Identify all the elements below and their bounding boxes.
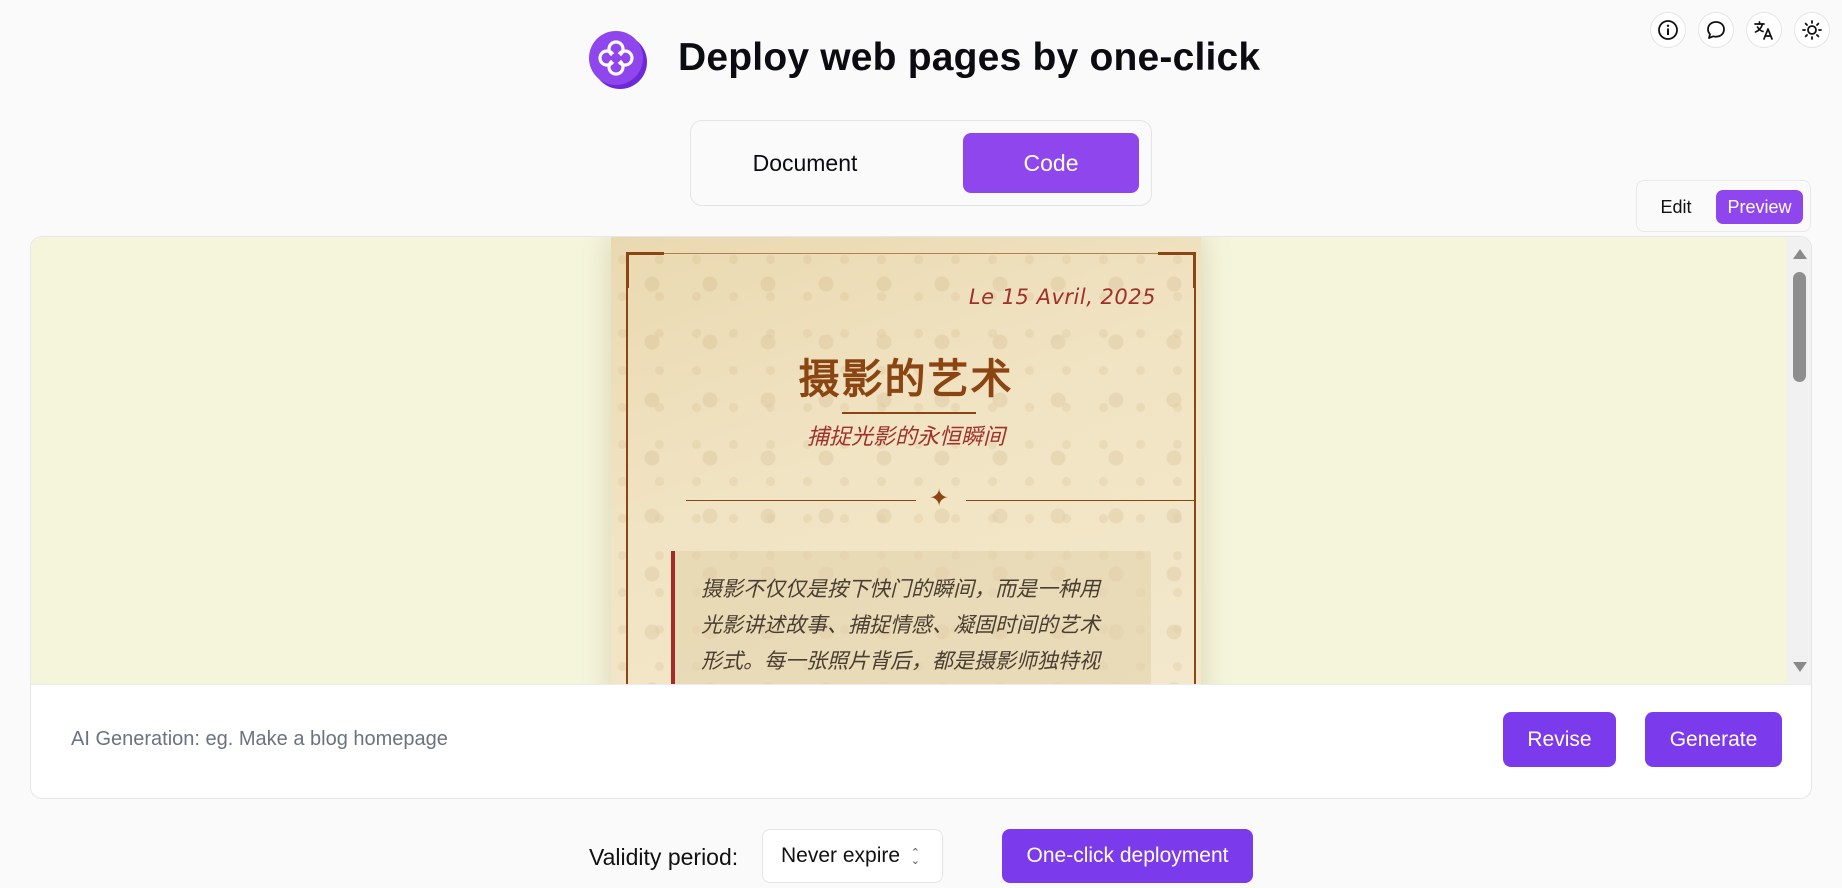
edit-preview-toggle: Edit Preview (1636, 180, 1811, 232)
scroll-up-icon[interactable] (1793, 249, 1807, 259)
validity-selected-value: Never expire (781, 844, 901, 867)
mode-toggle: Document Code (690, 120, 1152, 206)
validity-period-label: Validity period: (589, 844, 738, 871)
letter-subtitle: 捕捉光影的永恒瞬间 (806, 425, 1005, 450)
quote-line: 光影讲述故事、捕捉情感、凝固时间的艺术 (701, 613, 1100, 637)
translate-icon[interactable] (1746, 12, 1782, 48)
ai-prompt-bar: Revise Generate (31, 684, 1811, 798)
quote-line: 摄影不仅仅是按下快门的瞬间，而是一种用 (701, 577, 1100, 601)
one-click-deploy-button[interactable]: One-click deployment (1002, 829, 1253, 883)
preview-frame[interactable]: Le 15 Avril, 2025 摄影的艺术 捕捉光影的永恒瞬间 ✦ 摄影不仅… (31, 237, 1787, 684)
title-underline (842, 412, 976, 414)
scrollbar-thumb[interactable] (1793, 272, 1806, 382)
generate-button[interactable]: Generate (1645, 712, 1782, 767)
ai-prompt-input[interactable] (71, 719, 1071, 759)
revise-button[interactable]: Revise (1503, 712, 1616, 767)
workspace-panel: Le 15 Avril, 2025 摄影的艺术 捕捉光影的永恒瞬间 ✦ 摄影不仅… (30, 236, 1812, 799)
deploy-footer: Validity period: Never expire ⌃ ⌄ One-cli… (0, 826, 1842, 886)
corner-ornament-left (626, 252, 664, 288)
divider-line-left (686, 500, 916, 501)
preview-button[interactable]: Preview (1716, 190, 1803, 224)
divider-line-right (966, 500, 1196, 501)
letter-date: Le 15 Avril, 2025 (968, 285, 1156, 309)
letter-paper: Le 15 Avril, 2025 摄影的艺术 捕捉光影的永恒瞬间 ✦ 摄影不仅… (611, 237, 1201, 684)
star-ornament-icon: ✦ (929, 485, 950, 512)
top-toolbar (1650, 12, 1830, 48)
sun-icon[interactable] (1794, 12, 1830, 48)
validity-label-text: Validity period (589, 844, 732, 870)
clover-logo-icon (589, 31, 647, 89)
header: Deploy web pages by one-click (0, 0, 1842, 110)
chevron-updown-icon: ⌃ ⌄ (910, 847, 920, 867)
validity-period-select[interactable]: Never expire ⌃ ⌄ (762, 829, 943, 883)
edit-button[interactable]: Edit (1645, 190, 1707, 224)
quote-line: 形式。每一张照片背后，都是摄影师独特视 (701, 649, 1100, 673)
paper-border-top (664, 253, 1158, 254)
preview-scrollbar[interactable] (1787, 237, 1811, 684)
intro-quote-text: 摄影不仅仅是按下快门的瞬间，而是一种用 光影讲述故事、捕捉情感、凝固时间的艺术 … (701, 571, 1141, 679)
scroll-down-icon[interactable] (1793, 662, 1807, 672)
intro-quote-block: 摄影不仅仅是按下快门的瞬间，而是一种用 光影讲述故事、捕捉情感、凝固时间的艺术 … (671, 551, 1151, 684)
letter-title: 摄影的艺术 (798, 355, 1014, 403)
page-title: Deploy web pages by one-click (678, 36, 1261, 79)
corner-ornament-right (1158, 252, 1196, 288)
tab-document[interactable]: Document (705, 133, 905, 193)
validity-label-colon: : (731, 844, 739, 870)
tab-code[interactable]: Code (963, 133, 1139, 193)
info-icon[interactable] (1650, 12, 1686, 48)
chat-icon[interactable] (1698, 12, 1734, 48)
